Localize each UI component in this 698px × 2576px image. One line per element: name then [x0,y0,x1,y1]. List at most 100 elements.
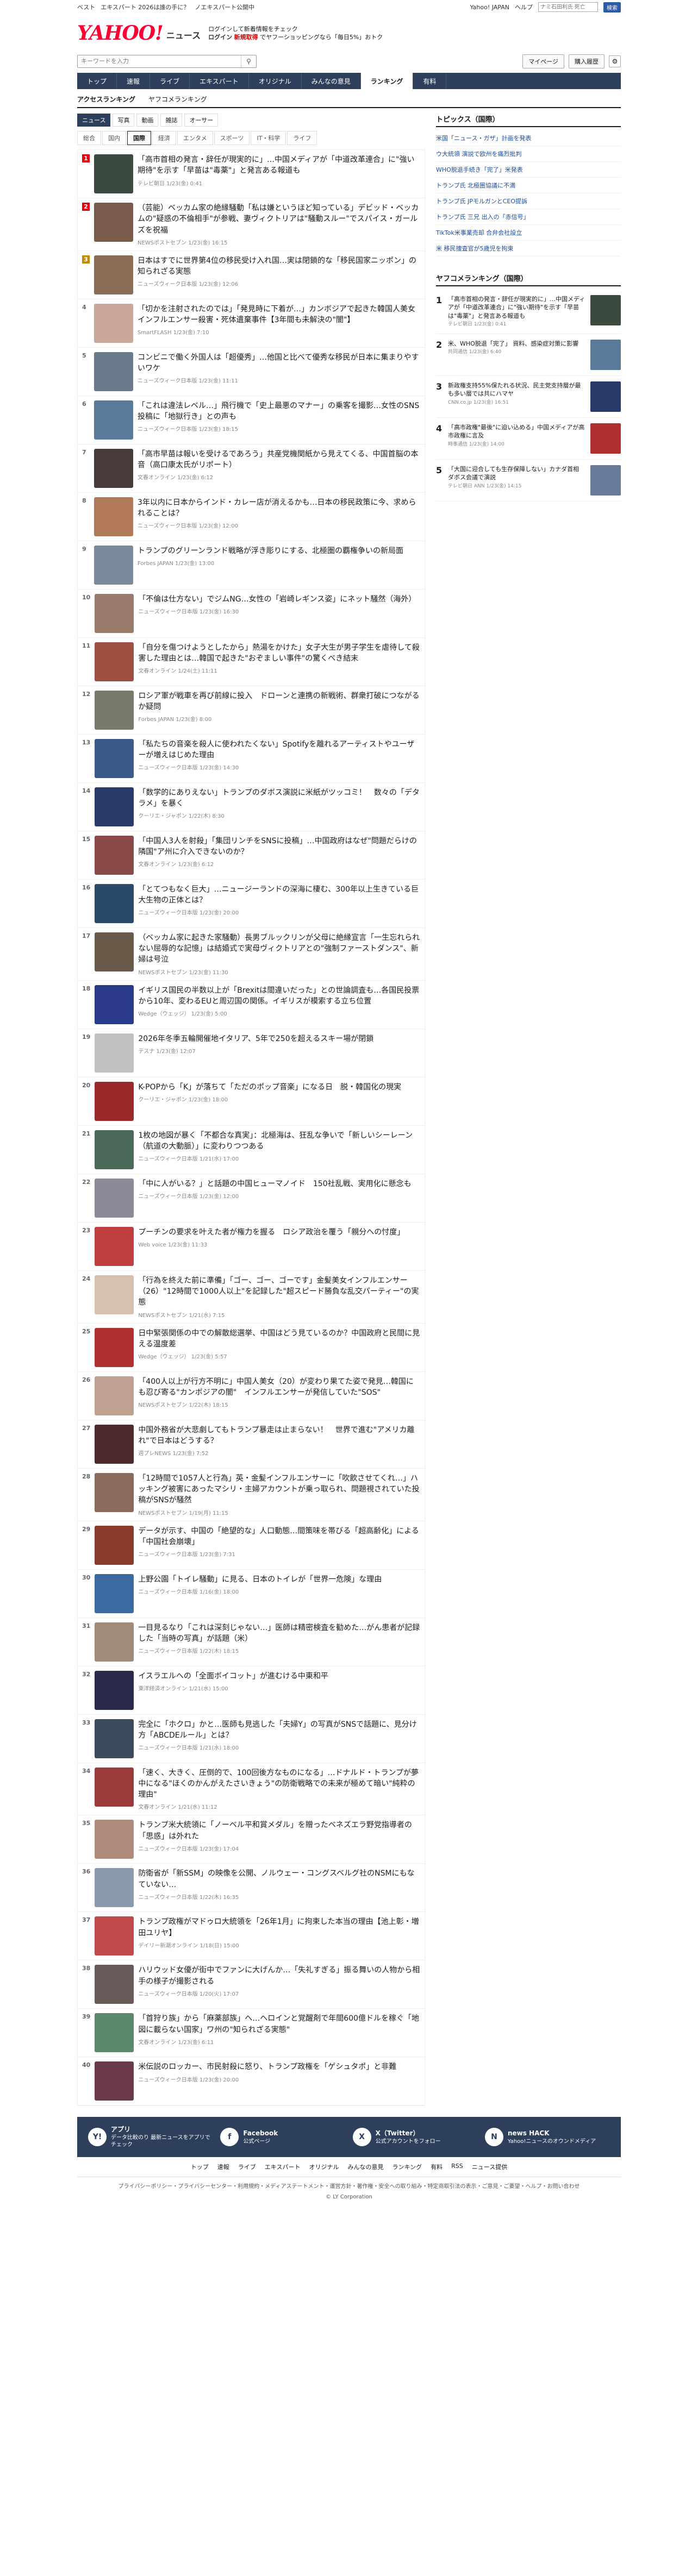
article-title[interactable]: プーチンの要求を叶えた者が権力を握る ロシア政治を覆う「親分への忖度」 [138,1227,420,1238]
comment-rank-title[interactable]: 「大国に迎合しても生存保障しない」カナダ首相 ダボス会議で演説 [448,465,586,482]
list-item[interactable]: 32 イスラエルへの「全面ボイコット」が進むける中東和平 東洋経済オンライン 1/2… [78,1666,425,1715]
article-thumbnail[interactable] [94,303,133,343]
footer-nav-link[interactable]: RSS [451,2163,463,2171]
top-link-expert[interactable]: エキスパート 2026は誰の手に？ [101,3,189,11]
comment-rank-item[interactable]: 1 「高市首相の発言・辞任が現実的に」…中国メディアが「中道改革連合」に"強い期待… [436,290,621,334]
article-title[interactable]: 「400人以上が行方不明に」中国人美女（20）が変わり果てた姿で発見…韓国にも忍… [138,1376,420,1399]
list-item[interactable]: 38 ハリウッド女優が街中でファンに大げんか…「失礼すぎる」振る舞いの人物から相手… [78,1960,425,2009]
footer-nav-link[interactable]: 速報 [217,2163,229,2171]
article-title[interactable]: トランプのグリーンランド戦略が浮き彫りにする、北極圏の覇権争いの新局面 [138,546,420,556]
comment-rank-thumbnail[interactable] [590,465,621,496]
list-item[interactable]: 26 「400人以上が行方不明に」中国人美女（20）が変わり果てた姿で発見…韓国に… [78,1372,425,1420]
article-thumbnail[interactable] [94,545,133,585]
article-thumbnail[interactable] [95,1327,134,1367]
list-item[interactable]: 2 （芸能）ベッカム家の絶縁騒動「私は嫌というほど知っている」デビッド・ベッカムの… [78,198,425,251]
category-tab[interactable]: 国際 [127,131,151,145]
list-item[interactable]: 30 上野公園「トイレ騒動」に見る、日本のトイレが「世界一危険」な理由 ニューズウィ… [78,1570,425,1618]
subtab[interactable]: 雑誌 [160,114,183,127]
list-item[interactable]: 39 「首狩り族」から「麻薬部族」へ…ヘロインと覚醒剤で年間600億ドルを稼ぐ「地… [78,2009,425,2058]
article-title[interactable]: 「速く、大きく、圧倒的で、100回後方なものになる」…ドナルド・トランプが夢中に… [138,1768,420,1801]
footer-nav-link[interactable]: ニュース提供 [472,2163,507,2171]
footer-nav-link[interactable]: みんなの意見 [347,2163,383,2171]
article-thumbnail[interactable] [95,738,134,778]
article-title[interactable]: 中国外務省が大悲劇してもトランプ暴走は止まらない！ 世界で進む"アメリカ離れ"で… [138,1425,420,1447]
topic-link[interactable]: ウ大統領 演説で欧州を痛烈批判 [436,146,621,162]
category-tab[interactable]: IT・科学 [251,131,286,145]
search-icon[interactable]: ⚲ [241,55,256,67]
footer-col[interactable]: X X（Twitter） 公式アカウントをフォロー [352,2126,478,2148]
article-title[interactable]: イスラエルへの「全面ボイコット」が進むける中東和平 [138,1671,420,1682]
article-title[interactable]: 日本はすでに世界第4位の移民受け入れ国…実は閉鎖的な「移民国家ニッポン」の知られ… [138,255,420,278]
list-item[interactable]: 16 「とてつもなく巨大」…ニュージーランドの深海に棲む、300年以上生きている巨… [78,880,425,928]
article-thumbnail[interactable] [95,2013,134,2053]
article-title[interactable]: 日中緊張関係の中での解散総選挙、中国はどう見ているのか？中国政府と民間に見える温… [138,1328,420,1350]
list-item[interactable]: 31 一目見るなり「これは深刻じゃない…」医師は精密検査を勧めた…がん患者が記録し… [78,1618,425,1666]
comment-rank-thumbnail[interactable] [590,295,621,325]
topic-link[interactable]: WHO脱退手続き「完了」米発表 [436,162,621,178]
list-item[interactable]: 17 （ベッカム家に起きた家騒動）長男ブルックリンが父母に絶縁宣言「一生忘れられな… [78,928,425,981]
topic-link[interactable]: TikTok米事業売却 合弁会社設立 [436,225,621,241]
list-item[interactable]: 34 「速く、大きく、圧倒的で、100回後方なものになる」…ドナルド・トランプが夢… [78,1763,425,1816]
article-title[interactable]: 「自分を傷つけようとしたから」熱湯をかけた」女子大生が男子学生を虐待して殺害した… [138,642,420,665]
nav-item[interactable]: ランキング [360,73,414,89]
footer-nav-link[interactable]: オリジナル [309,2163,339,2171]
article-thumbnail[interactable] [95,2061,134,2101]
article-title[interactable]: トランプ政権がマドゥロ大統領を「26年1月」に拘束した本当の理由【池上彰・増田ユ… [138,1916,420,1939]
comment-rank-title[interactable]: 「高市首相の発言・辞任が現実的に」…中国メディアが「中道改革連合」に"強い期待"… [448,295,586,320]
footer-col[interactable]: Nnews HACK Yahoo!ニュースのオウンドメディア [484,2126,610,2148]
article-thumbnail[interactable] [95,835,134,875]
article-thumbnail[interactable] [95,1820,134,1859]
comment-rank-item[interactable]: 2 米、WHO脱退「完了」 資料、感染症対策に影響 共同通信 1/23(金) 6:4… [436,334,621,376]
mypage-button[interactable]: マイページ [522,54,564,68]
comment-rank-title[interactable]: 「高市政権"最後"に迫い込める」中国メディアが高市政権に言及 [448,423,586,440]
top-link-best[interactable]: ベスト [77,3,95,11]
footer-nav-link[interactable]: 有料 [431,2163,443,2171]
article-thumbnail[interactable] [95,1670,134,1710]
article-thumbnail[interactable] [94,352,133,391]
list-item[interactable]: 4 「切かを注射されたのでは」「発見時に下着が…」カンボジアで起きた韓国人美女イン… [78,299,425,348]
topic-link[interactable]: 米 移民捜査官が5歳児を拘束 [436,241,621,256]
article-thumbnail[interactable] [95,1868,134,1908]
article-title[interactable]: 「これは違法レベル…」飛行機で「史上最悪のマナー」の乗客を撮影…女性のSNS投稿… [138,400,420,423]
article-title[interactable]: ハリウッド女優が街中でファンに大げんか…「失礼すぎる」振る舞いの人物から相手の様… [138,1965,420,1987]
article-thumbnail[interactable] [95,1275,134,1314]
article-thumbnail[interactable] [95,1178,134,1218]
article-thumbnail[interactable] [95,1767,134,1807]
subtab[interactable]: 写真 [113,114,135,127]
list-item[interactable]: 37 トランプ政権がマドゥロ大統領を「26年1月」に拘束した本当の理由【池上彰・増… [78,1912,425,1961]
top-link-promo[interactable]: ノエキスパート公開中 [195,3,254,11]
topic-link[interactable]: 米国「ニュース・ガザ」計画を発表 [436,130,621,146]
tab-comment-ranking[interactable]: ヤフコメランキング [148,95,207,104]
list-item[interactable]: 19 2026年冬季五輪開催地イタリア、5年で250を超えるスキー場が閉鎖 テスナ … [78,1029,425,1077]
article-title[interactable]: ロシア軍が戦車を再び前線に投入 ドローンと連携の新戦術、群衆打破につながるか疑問 [138,691,420,713]
article-title[interactable]: 「とてつもなく巨大」…ニュージーランドの深海に棲む、300年以上生きている巨大生… [138,884,420,906]
list-item[interactable]: 33 完全に「ホクロ」かと…医師も見逃した「夫婦Y」の写真がSNSで話題に、見分け… [78,1715,425,1763]
article-thumbnail[interactable] [95,690,134,730]
subtab[interactable]: オーサー [184,114,219,127]
subtab[interactable]: ニュース [77,114,111,127]
article-title[interactable]: 3年以内に日本からインド・カレー店が消えるかも…日本の移民政策に今、求められるこ… [138,497,420,519]
article-title[interactable]: イギリス国民の半数以上が「Brexitは間違いだった」との世論調査も…各国民投票… [138,985,420,1007]
list-item[interactable]: 18 イギリス国民の半数以上が「Brexitは間違いだった」との世論調査も…各国民… [78,981,425,1029]
article-title[interactable]: 米伝説のロッカー、市民射殺に怒り、トランプ政権を「ゲシュタポ」と非難 [138,2061,420,2072]
article-thumbnail[interactable] [94,255,133,294]
comment-rank-thumbnail[interactable] [590,381,621,412]
article-thumbnail[interactable] [94,203,133,242]
top-search-button[interactable]: 検索 [603,2,621,12]
help-link[interactable]: ヘルプ [515,3,533,11]
article-title[interactable]: 「高市首相の発言・辞任が現実的に」…中国メディアが「中道改革連合」に"強い期待"… [138,154,420,177]
footer-col[interactable]: Y! アプリ データ比較のり 最新ニュースをアプリでチェック [88,2126,213,2148]
article-thumbnail[interactable] [95,1033,134,1073]
list-item[interactable]: 35 トランプ米大統領に「ノーベル平和賞メダル」を贈ったベネズエラ野党指導者の「思… [78,1815,425,1864]
article-title[interactable]: 「切かを注射されたのでは」「発見時に下着が…」カンボジアで起きた韓国人美女インフ… [138,304,420,326]
article-title[interactable]: 1枚の地図が暴く「不都合な真実」：北極海は、狂乱な争いで「新しいシーレーン（航道… [138,1130,420,1152]
list-item[interactable]: 15 「中国人3人を射殺」「集団リンチをSNSに投稿」…中国政府はなぜ"問題だらけ… [78,831,425,880]
comment-rank-item[interactable]: 5 「大国に迎合しても生存保障しない」カナダ首相 ダボス会議で演説 テレビ朝日 AN… [436,460,621,502]
article-thumbnail[interactable] [94,400,133,440]
article-title[interactable]: （ベッカム家に起きた家騒動）長男ブルックリンが父母に絶縁宣言「一生忘れられない屈… [138,932,420,966]
list-item[interactable]: 23 プーチンの要求を叶えた者が権力を握る ロシア政治を覆う「親分への忖度」 Web… [78,1223,425,1271]
article-title[interactable]: 防衛省が「新SSM」の映像を公開、ノルウェー・コングスベルグ社のNSMにもなてい… [138,1868,420,1890]
article-thumbnail[interactable] [95,1226,134,1266]
article-title[interactable]: コンビニで働く外国人は「超優秀」…他国と比べて優秀な移民が日本に集まりやすいワケ [138,352,420,374]
article-thumbnail[interactable] [95,1472,134,1512]
